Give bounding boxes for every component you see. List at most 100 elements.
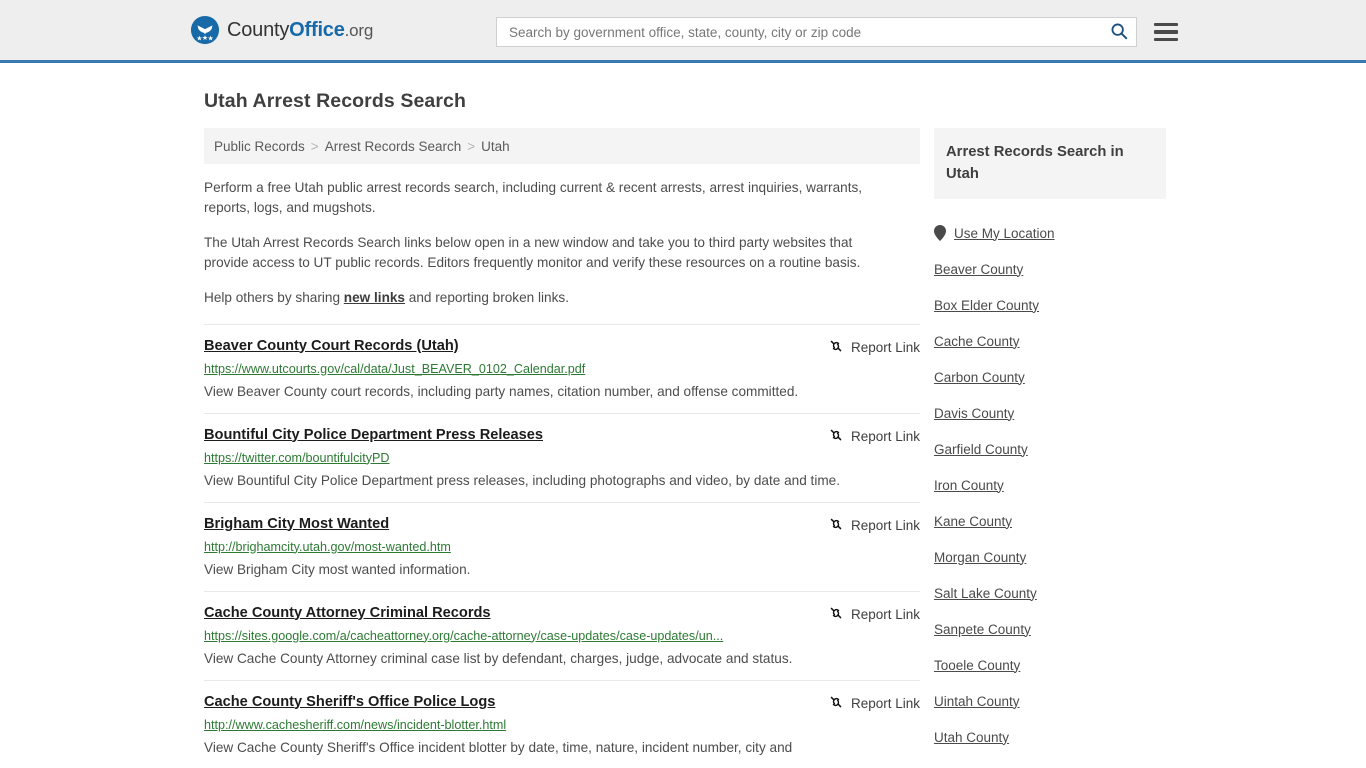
- result-url[interactable]: https://www.utcourts.gov/cal/data/Just_B…: [204, 361, 920, 378]
- result-title-link[interactable]: Beaver County Court Records (Utah): [204, 337, 459, 356]
- breadcrumb-item-public-records[interactable]: Public Records: [214, 139, 305, 154]
- result-title-link[interactable]: Cache County Sheriff's Office Police Log…: [204, 693, 495, 712]
- intro-paragraph-2: The Utah Arrest Records Search links bel…: [204, 235, 861, 270]
- result-url[interactable]: http://brighamcity.utah.gov/most-wanted.…: [204, 539, 920, 556]
- county-link[interactable]: Utah County: [934, 730, 1009, 745]
- sidebar-item-use-my-location[interactable]: Use My Location: [934, 215, 1166, 251]
- county-link[interactable]: Carbon County: [934, 370, 1025, 385]
- report-link-button[interactable]: Report Link: [814, 338, 920, 357]
- report-link-label: Report Link: [850, 606, 920, 622]
- sidebar-item-county[interactable]: Carbon County: [934, 359, 1166, 395]
- county-link[interactable]: Davis County: [934, 406, 1014, 421]
- county-link[interactable]: Kane County: [934, 514, 1012, 529]
- sidebar-item-county[interactable]: Sanpete County: [934, 611, 1166, 647]
- countyoffice-eagle-logo-icon: [190, 15, 220, 45]
- result-description: View Bountiful City Police Department pr…: [204, 472, 840, 488]
- search-box[interactable]: [496, 17, 1137, 47]
- results-list: Beaver County Court Records (Utah) Report…: [204, 323, 920, 768]
- county-link[interactable]: Garfield County: [934, 442, 1028, 457]
- sidebar: Arrest Records Search in Utah Use My Loc…: [934, 128, 1166, 768]
- result-title-link[interactable]: Bountiful City Police Department Press R…: [204, 426, 543, 445]
- sidebar-item-county[interactable]: Beaver County: [934, 251, 1166, 287]
- breadcrumb: Public Records > Arrest Records Search >…: [204, 128, 920, 164]
- search-input[interactable]: [507, 23, 1108, 41]
- map-pin-icon: [934, 225, 946, 241]
- broken-link-icon: [828, 427, 844, 446]
- new-links-link[interactable]: new links: [344, 290, 405, 305]
- result-header: Cache County Sheriff's Office Police Log…: [204, 693, 920, 713]
- result-title-link[interactable]: Brigham City Most Wanted: [204, 515, 389, 534]
- result-title-link[interactable]: Cache County Attorney Criminal Records: [204, 604, 491, 623]
- page-body: Utah Arrest Records Search Public Record…: [0, 90, 1366, 768]
- sidebar-item-county[interactable]: Salt Lake County: [934, 575, 1166, 611]
- result-url[interactable]: http://www.cachesheriff.com/news/inciden…: [204, 717, 920, 734]
- hamburger-menu-icon[interactable]: [1154, 22, 1178, 42]
- county-link[interactable]: Iron County: [934, 478, 1004, 493]
- breadcrumb-item-utah: Utah: [481, 138, 510, 154]
- result-description: View Cache County Sheriff's Office incid…: [204, 739, 793, 755]
- county-link[interactable]: Tooele County: [934, 658, 1020, 673]
- result-header: Brigham City Most Wanted Report Link: [204, 515, 920, 535]
- report-link-label: Report Link: [850, 339, 920, 355]
- result-url[interactable]: https://sites.google.com/a/cacheattorney…: [204, 628, 920, 645]
- intro-text: Perform a free Utah public arrest record…: [204, 178, 920, 308]
- sidebar-item-county[interactable]: Iron County: [934, 467, 1166, 503]
- sidebar-item-county[interactable]: Box Elder County: [934, 287, 1166, 323]
- breadcrumb-separator: >: [310, 138, 319, 154]
- report-link-button[interactable]: Report Link: [814, 516, 920, 535]
- result-description: View Brigham City most wanted informatio…: [204, 561, 471, 577]
- sidebar-item-county[interactable]: Morgan County: [934, 539, 1166, 575]
- county-link[interactable]: Cache County: [934, 334, 1020, 349]
- site-logo[interactable]: CountyOffice.org: [190, 15, 373, 45]
- sidebar-title-box: Arrest Records Search in Utah: [934, 128, 1166, 199]
- sidebar-item-county[interactable]: Kane County: [934, 503, 1166, 539]
- report-link-button[interactable]: Report Link: [814, 427, 920, 446]
- result-item: Bountiful City Police Department Press R…: [204, 412, 920, 502]
- breadcrumb-item-arrest-records-search[interactable]: Arrest Records Search: [325, 139, 462, 154]
- sidebar-item-county[interactable]: Davis County: [934, 395, 1166, 431]
- report-link-label: Report Link: [850, 517, 920, 533]
- report-link-label: Report Link: [850, 695, 920, 711]
- search-button[interactable]: [1108, 21, 1130, 43]
- search-icon: [1110, 22, 1128, 43]
- county-link[interactable]: Box Elder County: [934, 298, 1039, 313]
- result-header: Beaver County Court Records (Utah) Report…: [204, 337, 920, 357]
- sidebar-item-county[interactable]: Tooele County: [934, 647, 1166, 683]
- result-url[interactable]: https://twitter.com/bountifulcityPD: [204, 450, 920, 467]
- county-link[interactable]: Salt Lake County: [934, 586, 1037, 601]
- county-link[interactable]: Sanpete County: [934, 622, 1031, 637]
- sidebar-item-county[interactable]: Utah County: [934, 719, 1166, 755]
- logo-text-office: Office: [289, 18, 345, 41]
- intro-paragraph-1: Perform a free Utah public arrest record…: [204, 180, 863, 215]
- content-columns: Public Records > Arrest Records Search >…: [0, 128, 1366, 768]
- report-link-button[interactable]: Report Link: [814, 605, 920, 624]
- sidebar-item-county[interactable]: Washington County: [934, 755, 1166, 768]
- page-title: Utah Arrest Records Search: [204, 90, 466, 112]
- broken-link-icon: [828, 516, 844, 535]
- sidebar-item-county[interactable]: Uintah County: [934, 683, 1166, 719]
- result-description: View Beaver County court records, includ…: [204, 383, 799, 399]
- intro-paragraph-3: Help others by sharing new links and rep…: [204, 288, 894, 308]
- main-content: Public Records > Arrest Records Search >…: [204, 128, 920, 768]
- logo-text-org: .org: [344, 20, 374, 40]
- county-link[interactable]: Beaver County: [934, 262, 1023, 277]
- result-header: Bountiful City Police Department Press R…: [204, 426, 920, 446]
- result-item: Cache County Attorney Criminal Records Re…: [204, 590, 920, 680]
- county-link[interactable]: Uintah County: [934, 694, 1020, 709]
- result-item: Brigham City Most Wanted Report Link http:…: [204, 501, 920, 591]
- sidebar-item-county[interactable]: Garfield County: [934, 431, 1166, 467]
- header-search-area: [496, 17, 1178, 47]
- sidebar-item-county[interactable]: Cache County: [934, 323, 1166, 359]
- use-my-location-link[interactable]: Use My Location: [954, 226, 1055, 241]
- share-prefix: Help others by sharing: [204, 290, 344, 305]
- sidebar-county-list: Use My Location Beaver County Box Elder C…: [934, 215, 1166, 768]
- county-link[interactable]: Morgan County: [934, 550, 1026, 565]
- result-description: View Cache County Attorney criminal case…: [204, 650, 793, 666]
- site-header: CountyOffice.org: [0, 0, 1366, 63]
- breadcrumb-separator: >: [467, 138, 476, 154]
- broken-link-icon: [828, 694, 844, 713]
- broken-link-icon: [828, 605, 844, 624]
- report-link-button[interactable]: Report Link: [814, 694, 920, 713]
- sidebar-title: Arrest Records Search in Utah: [946, 144, 1124, 182]
- broken-link-icon: [828, 338, 844, 357]
